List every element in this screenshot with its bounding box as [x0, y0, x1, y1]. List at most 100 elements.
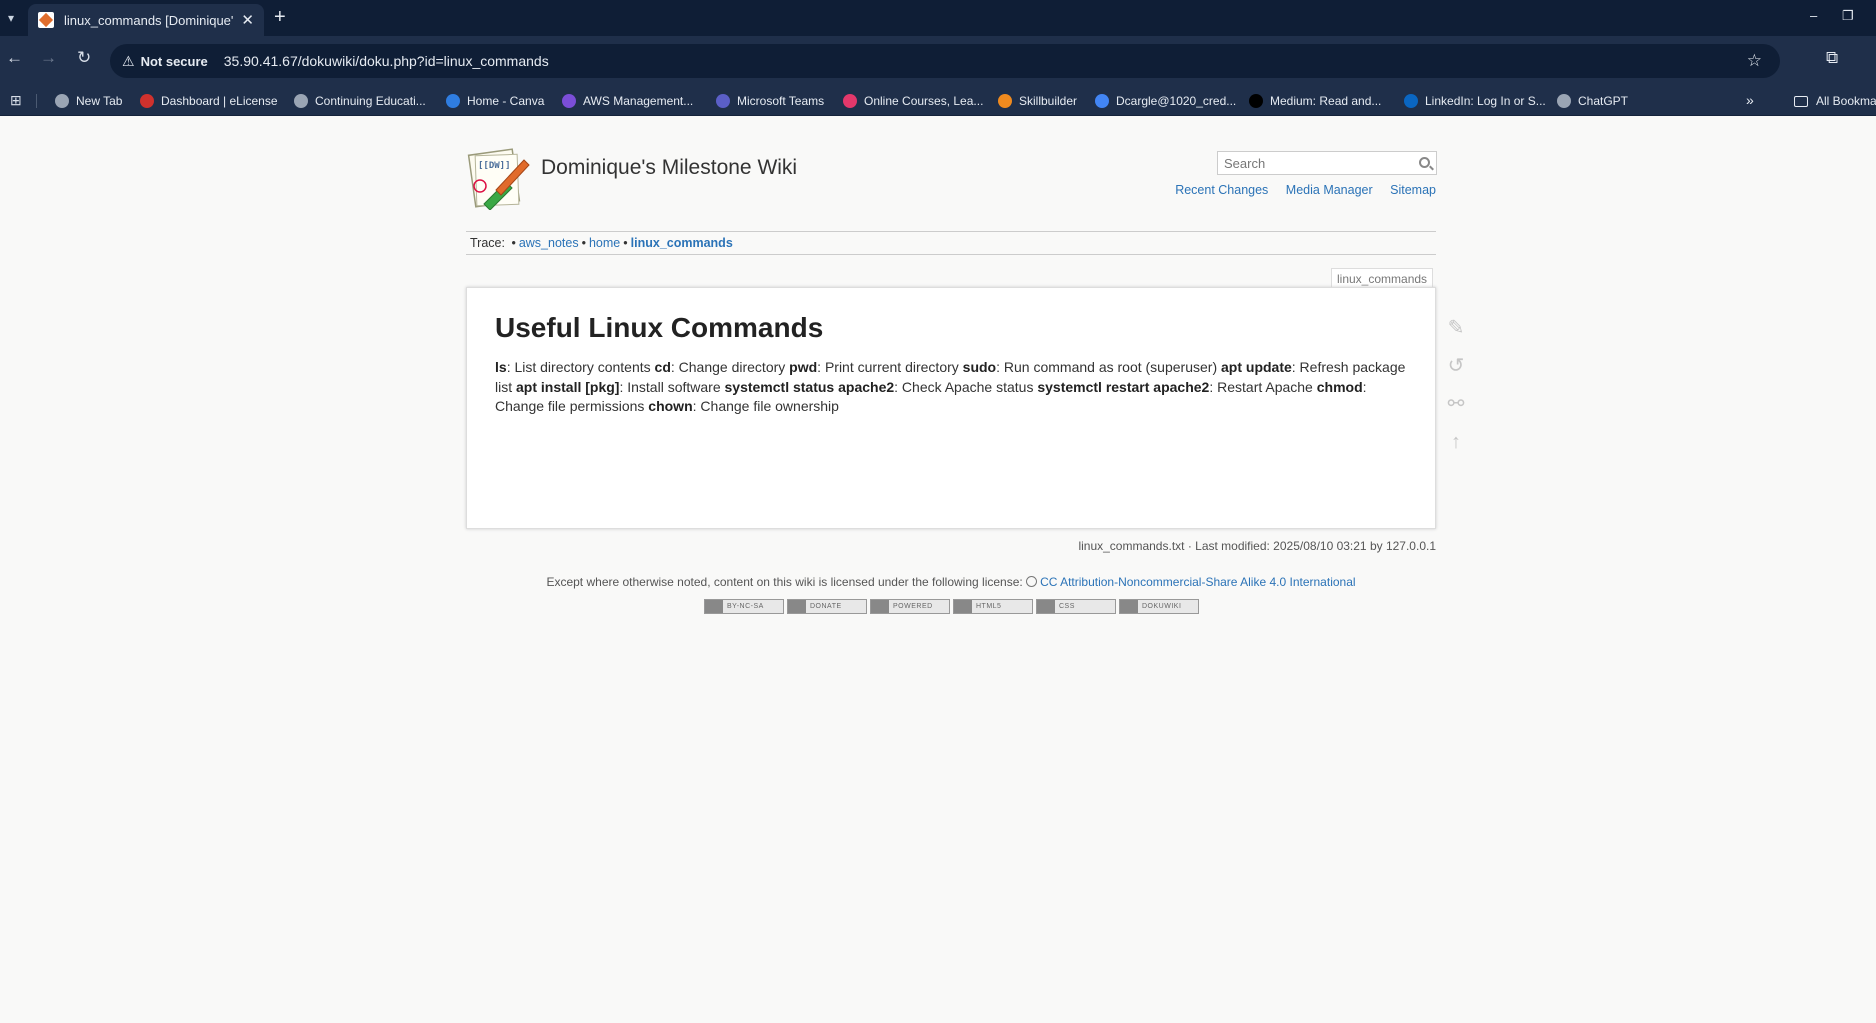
breadcrumb-bullet: • — [623, 236, 628, 250]
new-tab-button[interactable]: + — [274, 6, 286, 29]
footer-badge-button[interactable]: DONATE — [787, 599, 867, 614]
back-to-top-arrow-icon[interactable]: ↑ — [1446, 432, 1466, 452]
bookmark-item[interactable]: Continuing Educati... — [294, 86, 426, 116]
bookmark-favicon-icon — [562, 94, 576, 108]
footer-badge-button[interactable]: HTML5 — [953, 599, 1033, 614]
forward-button[interactable]: → — [40, 48, 57, 68]
bookmark-item[interactable]: Home - Canva — [446, 86, 544, 116]
badge-label: BY-NC-SA — [727, 603, 764, 610]
command-name: ls — [495, 359, 507, 375]
browser-toolbar: ← → ↻ ⚠ Not secure 35.90.41.67/dokuwiki/… — [0, 36, 1876, 86]
license-text: Except where otherwise noted, content on… — [546, 575, 1023, 589]
breadcrumb: Trace: • aws_notes • home • linux_comman… — [466, 231, 1436, 255]
tab-strip: ▾ linux_commands [Dominique's Milestone … — [0, 0, 1876, 36]
bookmark-favicon-icon — [294, 94, 308, 108]
command-description: : Restart Apache — [1209, 378, 1317, 395]
bookmark-favicon-icon — [716, 94, 730, 108]
extensions-puzzle-icon[interactable]: ⧉ — [1826, 48, 1838, 68]
history-icon[interactable]: ↺ — [1446, 356, 1466, 376]
footer-badge-button[interactable]: POWERED — [870, 599, 950, 614]
browser-tab[interactable]: linux_commands [Dominique's Milestone Wi… — [28, 4, 264, 36]
badge-logo-icon — [1037, 600, 1055, 613]
command-name: chown — [648, 398, 693, 414]
bookmark-item[interactable]: Dcargle@1020_cred... — [1095, 86, 1236, 116]
badge-logo-icon — [1120, 600, 1138, 613]
breadcrumb-bullet: • — [581, 236, 586, 250]
bookmark-label: Skillbuilder — [1019, 94, 1078, 108]
command-description: : Run command as root (superuser) — [996, 359, 1221, 375]
bookmark-item[interactable]: AWS Management... — [562, 86, 693, 116]
command-description: : Change file ownership — [692, 398, 839, 414]
badge-label: HTML5 — [976, 603, 1002, 610]
bookmark-item[interactable]: Skillbuilder — [998, 86, 1077, 116]
all-bookmarks-button[interactable]: All Bookmarks — [1794, 86, 1876, 116]
sitemap-link[interactable]: Sitemap — [1390, 183, 1436, 197]
badge-label: CSS — [1059, 603, 1075, 610]
bookmarks-bar: ⊞ New Tab Dashboard | eLicense Continuing … — [0, 86, 1876, 116]
bookmarks-overflow-icon[interactable]: » — [1746, 92, 1754, 108]
url-text[interactable]: 35.90.41.67/dokuwiki/doku.php?id=linux_c… — [224, 53, 549, 69]
command-name: sudo — [962, 359, 997, 375]
back-button[interactable]: ← — [6, 48, 23, 68]
bookmark-label: New Tab — [76, 94, 123, 108]
media-manager-link[interactable]: Media Manager — [1286, 183, 1373, 197]
bookmark-favicon-icon — [1404, 94, 1418, 108]
address-bar[interactable]: ⚠ Not secure 35.90.41.67/dokuwiki/doku.p… — [110, 44, 1780, 78]
bookmark-favicon-icon — [1249, 94, 1263, 108]
folder-icon — [1794, 95, 1808, 107]
bookmark-favicon-icon — [55, 94, 69, 108]
restore-window-button[interactable]: ❐ — [1842, 8, 1854, 24]
command-name: systemctl restart apache2 — [1037, 378, 1210, 395]
footer-badge-button[interactable]: BY-NC-SA — [704, 599, 784, 614]
command-name: systemctl status apache2 — [724, 378, 895, 395]
all-bookmarks-label: All Bookmarks — [1816, 94, 1876, 108]
badge-logo-icon — [705, 600, 723, 613]
bookmark-label: Medium: Read and... — [1270, 94, 1382, 108]
bookmark-item[interactable]: Dashboard | eLicense — [140, 86, 278, 116]
bookmark-item[interactable]: Online Courses, Lea... — [843, 86, 983, 116]
breadcrumb-linux-commands[interactable]: linux_commands — [631, 236, 733, 250]
tab-search-chevron-icon[interactable]: ▾ — [0, 4, 22, 32]
bookmark-label: ChatGPT — [1578, 94, 1629, 108]
minimize-button[interactable]: – — [1810, 8, 1817, 23]
command-description: : Check Apache status — [894, 378, 1038, 395]
search-input[interactable] — [1218, 152, 1408, 174]
edit-pencil-icon[interactable]: ✎ — [1446, 318, 1466, 338]
dokuwiki-logo[interactable]: [[DW]] — [466, 146, 530, 210]
recent-changes-link[interactable]: Recent Changes — [1175, 183, 1268, 197]
footer-badges: BY-NC-SA DONATE POWERED HTML5 CSS DOKUWIKI — [704, 599, 1199, 614]
breadcrumb-aws-notes[interactable]: aws_notes — [519, 236, 579, 250]
doc-info: linux_commands.txt · Last modified: 2025… — [1078, 539, 1436, 553]
footer-badge-button[interactable]: CSS — [1036, 599, 1116, 614]
badge-label: DOKUWIKI — [1142, 603, 1182, 610]
bookmark-label: LinkedIn: Log In or S... — [1425, 94, 1546, 108]
bookmark-item[interactable]: Medium: Read and... — [1249, 86, 1381, 116]
bookmark-label: Dashboard | eLicense — [161, 94, 278, 108]
apps-grid-icon[interactable]: ⊞ — [10, 93, 24, 107]
reload-button[interactable]: ↻ — [77, 48, 91, 68]
bookmark-star-icon[interactable]: ☆ — [1747, 51, 1762, 71]
command-description: : Print current directory — [817, 359, 963, 375]
bookmark-label: Online Courses, Lea... — [864, 94, 984, 108]
bookmark-favicon-icon — [1557, 94, 1571, 108]
license-link[interactable]: CC Attribution-Noncommercial-Share Alike… — [1040, 575, 1355, 589]
bookmark-item[interactable]: LinkedIn: Log In or S... — [1404, 86, 1546, 116]
bookmark-label: Microsoft Teams — [737, 94, 825, 108]
site-title[interactable]: Dominique's Milestone Wiki — [541, 156, 797, 180]
bookmark-item[interactable]: ChatGPT — [1557, 86, 1628, 116]
page-id-tab: linux_commands — [1331, 268, 1434, 288]
tab-close-icon[interactable]: ✕ — [241, 11, 254, 29]
license-line: Except where otherwise noted, content on… — [0, 575, 1876, 589]
footer-badge-button[interactable]: DOKUWIKI — [1119, 599, 1199, 614]
dokuwiki-favicon-icon — [38, 12, 54, 28]
security-status[interactable]: Not secure — [141, 54, 208, 69]
warning-triangle-icon[interactable]: ⚠ — [122, 53, 135, 70]
command-name: apt install [pkg] — [516, 378, 620, 395]
command-name: apt update — [1221, 359, 1292, 375]
breadcrumb-home[interactable]: home — [589, 236, 620, 250]
bookmark-label: Dcargle@1020_cred... — [1116, 94, 1237, 108]
search-icon[interactable] — [1419, 157, 1430, 168]
bookmark-item[interactable]: Microsoft Teams — [716, 86, 824, 116]
bookmark-item[interactable]: New Tab — [55, 86, 122, 116]
link-icon[interactable]: ⚯ — [1446, 394, 1466, 414]
